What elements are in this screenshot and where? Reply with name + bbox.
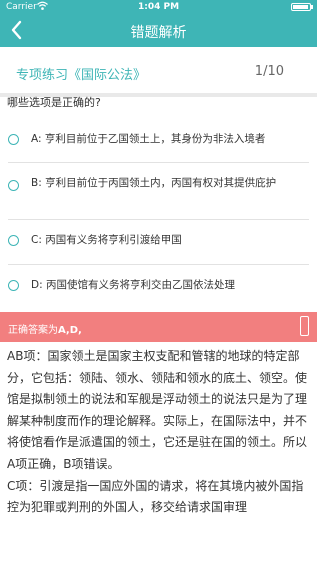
- question-text: 哪些选项是正确的?: [7, 96, 101, 109]
- correct-answer-bar: 正确答案为A,D,: [0, 312, 317, 342]
- explanation: AB项：国家领土是国家主权支配和管辖的地球的特定部分，它包括：领陆、领水、领陆和…: [7, 346, 312, 519]
- status-bar: Carrier 1:04 PM: [0, 0, 317, 14]
- battery-tip: [311, 5, 313, 9]
- nav-bar: 错题解析: [0, 14, 317, 47]
- option-divider: [8, 264, 309, 265]
- option-c[interactable]: C: 丙国有义务将亨利引渡给甲国: [0, 232, 317, 252]
- radio-icon[interactable]: [8, 235, 19, 246]
- page-title: 错题解析: [130, 25, 187, 41]
- clock: 1:04 PM: [137, 2, 180, 12]
- correct-answer-text: 正确答案为A,D,: [8, 321, 82, 336]
- exercise-subject: 专项练习《国际公法》: [16, 68, 147, 83]
- correct-answer-value: A,D,: [58, 325, 82, 336]
- collapse-toggle-icon[interactable]: [300, 316, 309, 336]
- option-text: B: 亨利目前位于丙国领土内，丙国有权对其提供庇护: [31, 177, 277, 189]
- option-text: C: 丙国有义务将亨利引渡给甲国: [31, 234, 182, 246]
- explanation-paragraph: AB项：国家领土是国家主权支配和管辖的地球的特定部分，它包括：领陆、领水、领陆和…: [7, 349, 308, 471]
- option-text: A: 亨利目前位于乙国领土上，其身份为非法入境者: [31, 133, 266, 145]
- radio-icon[interactable]: [8, 180, 19, 191]
- option-a[interactable]: A: 亨利目前位于乙国领土上，其身份为非法入境者: [0, 131, 317, 151]
- option-divider: [8, 162, 309, 163]
- option-d[interactable]: D: 丙国使馆有义务将亨利交由乙国依法处理: [0, 277, 317, 297]
- battery-icon: [291, 3, 311, 11]
- explanation-paragraph: C项：引渡是指一国应外国的请求，将在其境内被外国指控为犯罪或判刑的外国人，移交给…: [7, 478, 304, 515]
- radio-icon[interactable]: [8, 134, 19, 145]
- question-progress: 1/10: [254, 64, 284, 79]
- option-divider: [8, 219, 309, 220]
- option-text: D: 丙国使馆有义务将亨利交由乙国依法处理: [31, 279, 235, 291]
- option-b[interactable]: B: 亨利目前位于丙国领土内，丙国有权对其提供庇护: [0, 173, 317, 209]
- exercise-header: 专项练习《国际公法》 1/10: [0, 47, 317, 93]
- correct-answer-label: 正确答案为: [8, 325, 58, 336]
- radio-icon[interactable]: [8, 280, 19, 291]
